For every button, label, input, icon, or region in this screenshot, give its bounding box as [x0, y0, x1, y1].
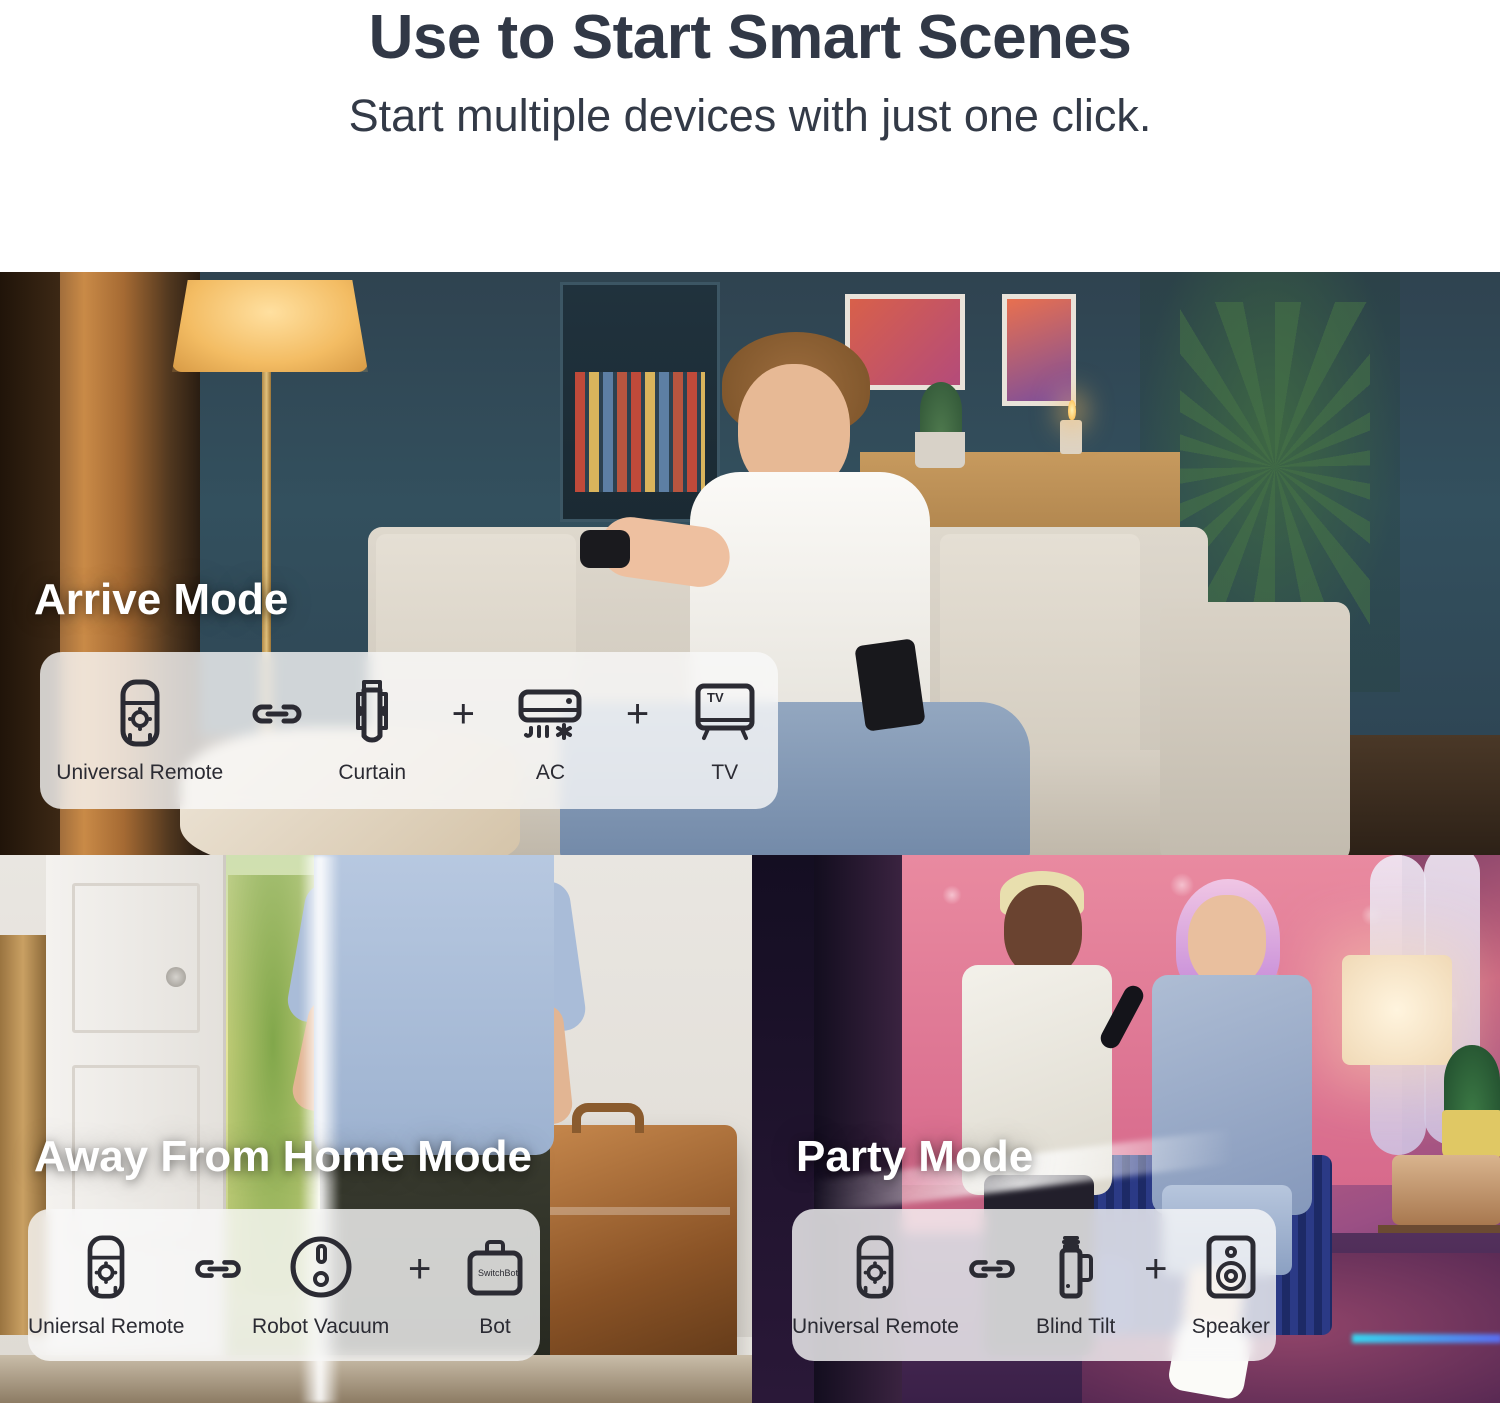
device-ac[interactable]: AC	[497, 677, 604, 785]
link-icon	[184, 1233, 252, 1305]
plus-icon: +	[1144, 1246, 1168, 1291]
device-label: Curtain	[338, 760, 407, 784]
device-card-away: Uniersal Remote Robot Vacuum + SwitchBot…	[28, 1209, 540, 1361]
universal-remote-icon	[119, 677, 161, 749]
universal-remote-icon	[86, 1231, 126, 1303]
device-label: Speaker	[1191, 1315, 1270, 1338]
page-title: Use to Start Smart Scenes	[368, 3, 1132, 72]
mode-title-away: Away From Home Mode	[34, 1132, 532, 1181]
page-subtitle: Start multiple devices with just one cli…	[348, 90, 1152, 142]
link-icon	[240, 678, 316, 750]
plus-icon: +	[451, 692, 475, 736]
device-label: Universal Remote	[56, 760, 224, 784]
speaker-icon	[1201, 1231, 1261, 1303]
device-label: Bot	[479, 1315, 511, 1338]
link-icon	[959, 1233, 1025, 1305]
device-label: TV	[711, 760, 739, 784]
device-label: Universal Remote	[792, 1315, 959, 1338]
device-curtain[interactable]: Curtain	[315, 677, 429, 785]
device-universal-remote[interactable]: Universal Remote	[40, 677, 240, 785]
device-label: Robot Vacuum	[251, 1315, 390, 1338]
curtain-icon	[349, 677, 395, 749]
mode-title-party: Party Mode	[796, 1132, 1034, 1181]
bot-icon: SwitchBot	[464, 1231, 526, 1303]
plus-icon: +	[625, 692, 650, 736]
device-card-party: Universal Remote Blind Tilt + Speaker	[792, 1209, 1276, 1361]
device-blind-tilt[interactable]: Blind Tilt	[1025, 1231, 1126, 1339]
device-bot[interactable]: SwitchBot Bot	[450, 1231, 540, 1339]
universal-remote-icon	[855, 1231, 895, 1303]
robot-vacuum-icon	[288, 1231, 354, 1303]
mode-title-arrive: Arrive Mode	[34, 575, 289, 624]
tv-screen-label: TV	[707, 690, 724, 705]
plus-icon: +	[407, 1246, 432, 1291]
page-header: Use to Start Smart Scenes Start multiple…	[0, 0, 1500, 272]
bot-brand-label: SwitchBot	[478, 1268, 519, 1278]
device-speaker[interactable]: Speaker	[1186, 1231, 1276, 1339]
device-tv[interactable]: TV TV	[671, 677, 778, 785]
tv-icon: TV	[690, 677, 760, 749]
device-card-arrive: Universal Remote Curtain + AC + TV TV	[40, 652, 778, 809]
blind-tilt-icon	[1052, 1231, 1100, 1303]
device-universal-remote[interactable]: Universal Remote	[792, 1231, 959, 1339]
device-robot-vacuum[interactable]: Robot Vacuum	[252, 1231, 389, 1339]
device-label: Uniersal Remote	[28, 1315, 185, 1338]
device-label: AC	[535, 760, 565, 784]
ac-icon	[514, 677, 586, 749]
device-label: Blind Tilt	[1035, 1315, 1116, 1338]
promo-page: Use to Start Smart Scenes Start multiple…	[0, 0, 1500, 1403]
device-universal-remote[interactable]: Uniersal Remote	[28, 1231, 184, 1339]
